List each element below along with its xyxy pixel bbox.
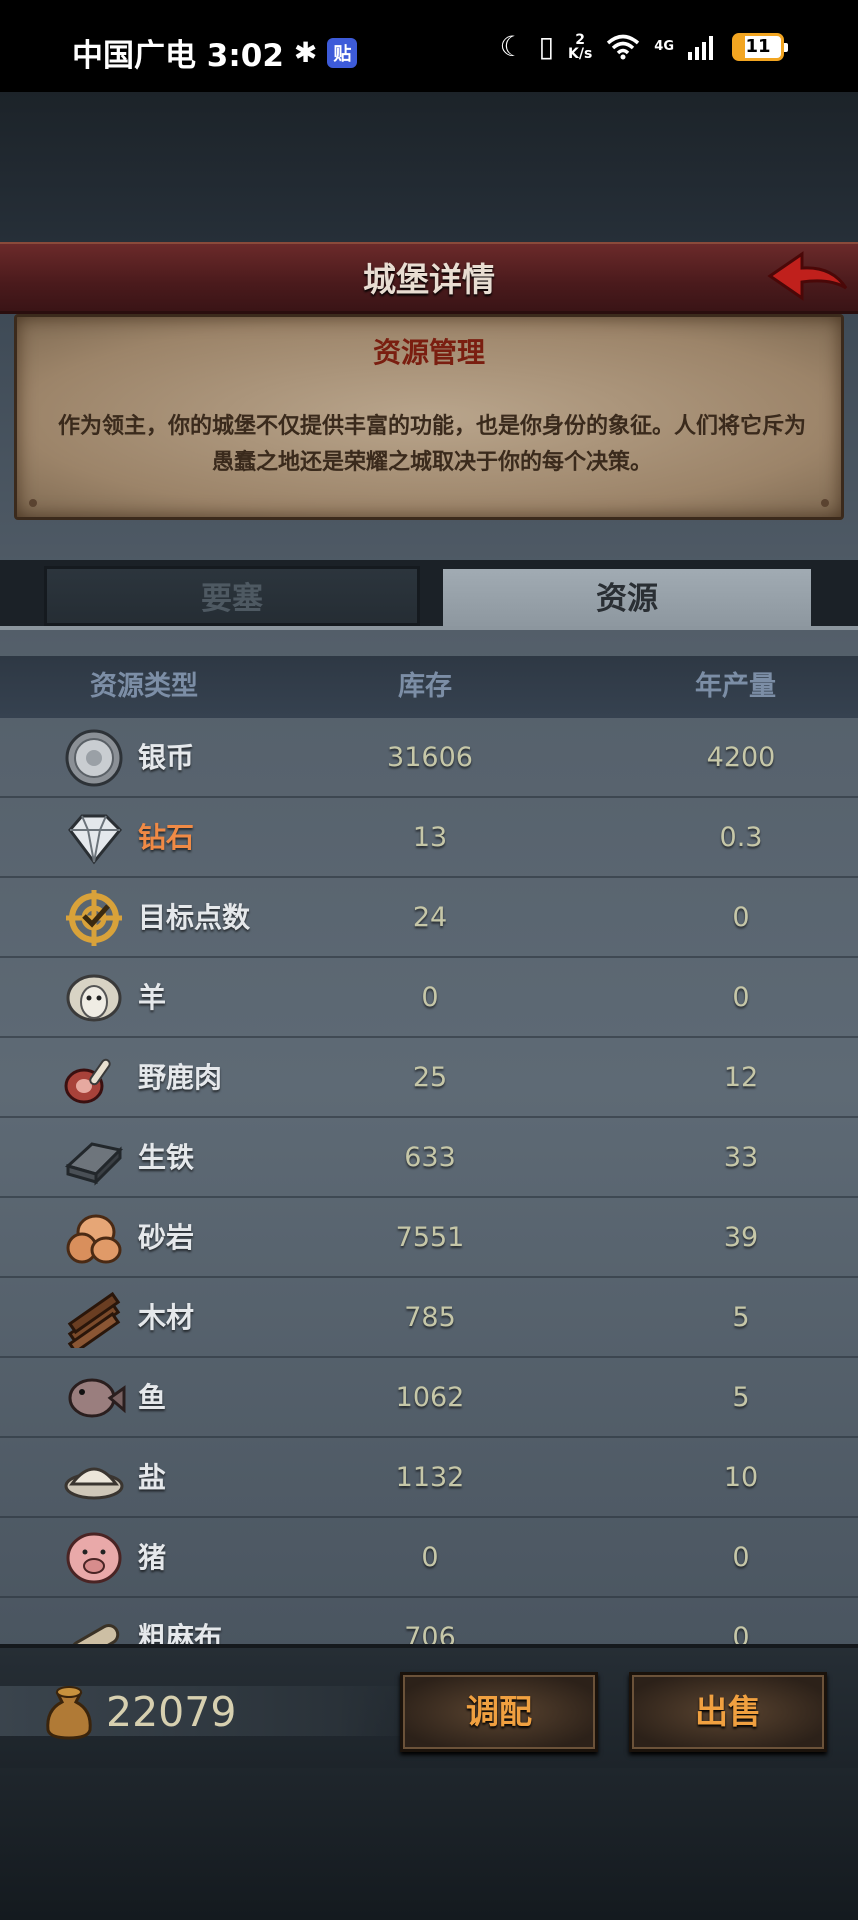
resource-list[interactable]: 银币 31606 4200 钻石 13 0.3 目标点数 24 0 羊 0 0 …	[0, 718, 858, 1644]
resource-name: 盐	[138, 1461, 167, 1494]
resource-name: 银币	[138, 741, 195, 774]
app-notification-icon: 贴	[327, 37, 358, 68]
column-header-type: 资源类型	[90, 671, 198, 702]
status-bar: 中国广电 3:02 ✱ 贴 ☾ ▯ 2 K/s 4G 11	[0, 0, 858, 92]
signal-icon	[688, 35, 713, 60]
battery-icon: 11	[732, 32, 788, 61]
resource-name: 目标点数	[138, 901, 251, 934]
resource-yield: 0.3	[719, 822, 763, 853]
tab-resources[interactable]: 资源	[440, 566, 814, 630]
resource-name: 粗麻布	[138, 1621, 223, 1644]
column-header-yield: 年产量	[695, 671, 776, 702]
carrier-time: 中国广电 3:02	[72, 38, 284, 74]
back-button[interactable]	[766, 250, 850, 308]
money-amount: 22079	[106, 1688, 237, 1736]
table-row[interactable]: 银币 31606 4200	[0, 718, 858, 798]
page-title: 城堡详情	[363, 260, 495, 299]
back-arrow-icon	[767, 251, 848, 301]
tab-underline	[0, 626, 858, 630]
status-left: 中国广电 3:02 ✱ 贴	[72, 30, 358, 75]
table-row[interactable]: 生铁 633 33	[0, 1118, 858, 1198]
tab-fortress[interactable]: 要塞	[44, 566, 420, 626]
resource-name: 猪	[138, 1541, 167, 1574]
resource-stock: 24	[412, 902, 448, 933]
info-description: 作为领主，你的城堡不仅提供丰富的功能，也是你身份的象征。人们将它斥为愚蠢之地还是…	[57, 414, 806, 475]
resource-yield: 12	[723, 1062, 759, 1093]
resource-stock: 0	[421, 982, 439, 1013]
status-right: ☾ ▯ 2 K/s 4G 11	[499, 30, 788, 63]
table-row[interactable]: 鱼 1062 5	[0, 1358, 858, 1438]
resource-stock: 633	[404, 1142, 456, 1173]
resource-yield: 33	[723, 1142, 759, 1173]
diamond-icon	[68, 814, 123, 865]
table-row[interactable]: 猪 0 0	[0, 1518, 858, 1598]
resource-stock: 1132	[395, 1462, 465, 1493]
bottom-background	[0, 1768, 858, 1920]
resource-name: 钻石	[138, 821, 195, 854]
iron-ingot-icon	[65, 1142, 124, 1186]
rivet-icon	[821, 499, 829, 507]
table-row[interactable]: 粗麻布 706 0	[0, 1598, 858, 1644]
table-row[interactable]: 野鹿肉 25 12	[0, 1038, 858, 1118]
resource-name: 鱼	[138, 1381, 167, 1414]
target-icon	[66, 890, 122, 946]
column-header-stock: 库存	[398, 671, 452, 702]
sell-button[interactable]: 出售	[629, 1672, 827, 1752]
resource-name: 木材	[138, 1301, 195, 1334]
resource-yield: 10	[723, 1462, 759, 1493]
timber-icon	[67, 1291, 121, 1348]
top-background	[0, 92, 858, 242]
table-row[interactable]: 盐 1132 10	[0, 1438, 858, 1518]
net-speed: 2 K/s	[568, 33, 592, 61]
resource-yield: 0	[732, 1542, 750, 1573]
resource-stock: 706	[404, 1622, 456, 1644]
vibrate-icon: ▯	[538, 30, 554, 63]
table-row[interactable]: 木材 785 5	[0, 1278, 858, 1358]
resource-stock: 7551	[395, 1222, 465, 1253]
money-bag-icon	[46, 1686, 92, 1740]
resource-yield: 4200	[706, 742, 776, 773]
table-row[interactable]: 钻石 13 0.3	[0, 798, 858, 878]
resource-yield: 39	[723, 1222, 759, 1253]
resource-name: 生铁	[138, 1141, 195, 1174]
venison-icon	[64, 1058, 111, 1104]
salt-icon	[64, 1467, 124, 1500]
resource-stock: 0	[421, 1542, 439, 1573]
pig-icon	[66, 1532, 122, 1584]
resource-name: 砂岩	[138, 1221, 195, 1254]
resource-stock: 31606	[387, 742, 473, 773]
sheep-icon	[66, 974, 122, 1022]
linen-icon	[70, 1624, 120, 1644]
moon-icon: ☾	[499, 30, 525, 63]
table-row[interactable]: 羊 0 0	[0, 958, 858, 1038]
resource-stock: 785	[404, 1302, 456, 1333]
net-speed-unit: K/s	[567, 45, 593, 62]
network-type: 4G	[654, 39, 674, 54]
title-bar: 城堡详情	[0, 242, 858, 314]
bluetooth-icon: ✱	[293, 36, 318, 69]
sandstone-icon	[66, 1214, 122, 1264]
resource-name: 羊	[138, 981, 167, 1014]
resource-yield: 0	[732, 1622, 750, 1644]
resource-name: 野鹿肉	[138, 1061, 223, 1094]
rivet-icon	[29, 499, 37, 507]
table-row[interactable]: 砂岩 7551 39	[0, 1198, 858, 1278]
table-header: 资源类型 库存 年产量	[0, 656, 858, 718]
allocate-button[interactable]: 调配	[400, 1672, 598, 1752]
resource-stock: 1062	[395, 1382, 465, 1413]
resource-yield: 0	[732, 902, 750, 933]
wifi-icon	[607, 34, 640, 59]
silver-coin-icon	[65, 729, 123, 787]
info-panel: 资源管理 作为领主，你的城堡不仅提供丰富的功能，也是你身份的象征。人们将它斥为愚…	[14, 314, 844, 520]
battery-level: 11	[745, 36, 771, 57]
resource-yield: 0	[732, 982, 750, 1013]
resource-yield: 5	[732, 1302, 750, 1333]
resource-stock: 25	[412, 1062, 448, 1093]
fish-icon	[68, 1378, 126, 1418]
resource-yield: 5	[732, 1382, 750, 1413]
resource-stock: 13	[412, 822, 448, 853]
info-subtitle: 资源管理	[372, 336, 485, 369]
table-row[interactable]: 目标点数 24 0	[0, 878, 858, 958]
